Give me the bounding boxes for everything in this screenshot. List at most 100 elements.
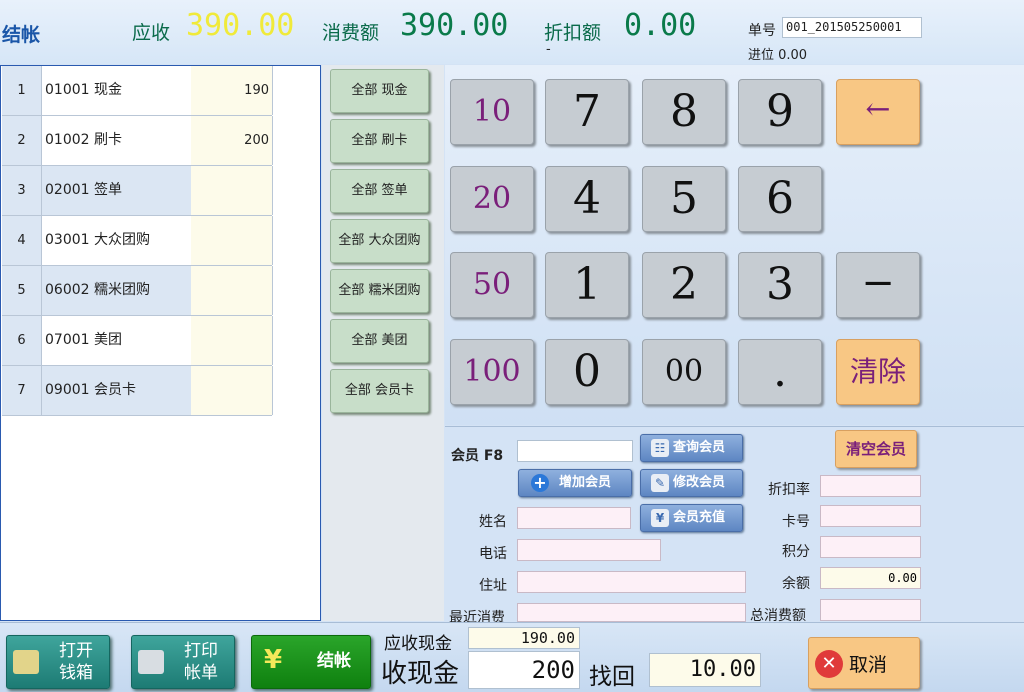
discount-rate-field[interactable] bbox=[820, 475, 921, 497]
balance-label: 余额 bbox=[782, 576, 810, 592]
key-1[interactable]: 1 bbox=[545, 252, 629, 318]
checkout-button[interactable]: ¥ 结帐 bbox=[251, 635, 371, 689]
total-consume-field[interactable] bbox=[820, 599, 921, 621]
pay-all-nuomi-button[interactable]: 全部 糯米团购 bbox=[330, 269, 429, 313]
key-5[interactable]: 5 bbox=[642, 166, 726, 232]
bill-no-field[interactable]: 001_201505250001 bbox=[782, 17, 922, 38]
edit-member-button[interactable]: ✎ 修改会员 bbox=[640, 469, 743, 497]
print-bill-button[interactable]: 打印 帐单 bbox=[131, 635, 235, 689]
key-9[interactable]: 9 bbox=[738, 79, 822, 145]
backspace-button[interactable]: ← bbox=[836, 79, 920, 145]
address-label: 住址 bbox=[479, 578, 507, 594]
payment-name: 09001 会员卡 bbox=[42, 366, 191, 415]
address-field[interactable] bbox=[517, 571, 746, 593]
edit-icon: ✎ bbox=[651, 474, 669, 492]
search-user-icon: ☷ bbox=[651, 439, 669, 457]
change-value: 10.00 bbox=[649, 653, 761, 687]
table-row[interactable]: 1 01001 现金 190 bbox=[2, 66, 273, 116]
window-title: 结帐 bbox=[2, 24, 41, 46]
dash-marker: - bbox=[546, 42, 551, 57]
cash-due-label: 应收现金 bbox=[384, 634, 452, 654]
checkout-label: 结帐 bbox=[317, 651, 351, 671]
key-dot[interactable]: . bbox=[738, 339, 822, 405]
cash-received-input[interactable]: 200 bbox=[468, 651, 580, 689]
table-row[interactable]: 5 06002 糯米团购 bbox=[2, 266, 273, 316]
add-member-button[interactable]: + 增加会员 bbox=[518, 469, 632, 497]
row-index: 4 bbox=[2, 216, 42, 265]
cancel-button[interactable]: ✕ 取消 bbox=[808, 637, 920, 689]
key-6[interactable]: 6 bbox=[738, 166, 822, 232]
table-row[interactable]: 6 07001 美团 bbox=[2, 316, 273, 366]
key-3[interactable]: 3 bbox=[738, 252, 822, 318]
row-index: 2 bbox=[2, 116, 42, 165]
query-member-button[interactable]: ☷ 查询会员 bbox=[640, 434, 743, 462]
payment-amount[interactable] bbox=[191, 366, 273, 415]
change-label: 找回 bbox=[589, 664, 635, 690]
points-field[interactable] bbox=[820, 536, 921, 558]
printer-icon bbox=[138, 650, 164, 674]
numeric-keypad: 10 20 50 100 7 8 9 4 5 6 1 2 3 0 00 . ← … bbox=[445, 65, 1024, 425]
cash-received-label: 收现金 bbox=[381, 659, 460, 689]
plus-icon: + bbox=[531, 474, 549, 492]
payment-amount[interactable] bbox=[191, 166, 273, 215]
pay-all-meituan-button[interactable]: 全部 美团 bbox=[330, 319, 429, 363]
recharge-icon: ¥ bbox=[651, 509, 669, 527]
print-label-2: 帐单 bbox=[184, 663, 218, 683]
payment-amount[interactable] bbox=[191, 316, 273, 365]
key-8[interactable]: 8 bbox=[642, 79, 726, 145]
table-row[interactable]: 3 02001 签单 bbox=[2, 166, 273, 216]
cash-due-value: 190.00 bbox=[468, 627, 580, 649]
payment-name: 01001 现金 bbox=[45, 82, 122, 98]
key-7[interactable]: 7 bbox=[545, 79, 629, 145]
payment-name: 03001 大众团购 bbox=[45, 232, 150, 248]
key-4[interactable]: 4 bbox=[545, 166, 629, 232]
phone-field[interactable] bbox=[517, 539, 661, 561]
table-row[interactable]: 2 01002 刷卡 200 bbox=[2, 116, 273, 166]
table-row[interactable]: 4 03001 大众团购 bbox=[2, 216, 273, 266]
bill-no-label: 单号 bbox=[748, 23, 776, 39]
clear-member-button[interactable]: 清空会员 bbox=[835, 430, 917, 468]
payment-amount[interactable] bbox=[191, 216, 273, 265]
carry-label: 进位 0.00 bbox=[748, 48, 808, 63]
pay-all-dianping-button[interactable]: 全部 大众团购 bbox=[330, 219, 429, 263]
open-drawer-button[interactable]: 打开 钱箱 bbox=[6, 635, 110, 689]
payment-amount[interactable]: 190 bbox=[191, 66, 273, 115]
member-panel: 会员 F8 ☷ 查询会员 清空会员 + 增加会员 ✎ 修改会员 ¥ 会员充值 姓… bbox=[445, 426, 1024, 626]
pay-all-member-card-button[interactable]: 全部 会员卡 bbox=[330, 369, 429, 413]
quick-100-button[interactable]: 100 bbox=[450, 339, 534, 405]
quick-50-button[interactable]: 50 bbox=[450, 252, 534, 318]
quick-20-button[interactable]: 20 bbox=[450, 166, 534, 232]
payment-method-list[interactable]: 1 01001 现金 190 2 01002 刷卡 200 3 02001 签单… bbox=[0, 65, 321, 621]
cash-drawer-icon bbox=[13, 650, 39, 674]
table-row[interactable]: 7 09001 会员卡 bbox=[2, 366, 273, 416]
name-field[interactable] bbox=[517, 507, 631, 529]
pay-all-panel: 全部 现金 全部 刷卡 全部 签单 全部 大众团购 全部 糯米团购 全部 美团 … bbox=[322, 65, 444, 621]
key-00[interactable]: 00 bbox=[642, 339, 726, 405]
payment-name: 01002 刷卡 bbox=[45, 132, 122, 148]
points-label: 积分 bbox=[782, 544, 810, 560]
print-label-1: 打印 bbox=[184, 641, 218, 661]
discount-label: 折扣额 bbox=[544, 22, 602, 44]
balance-field: 0.00 bbox=[820, 567, 921, 589]
quick-10-button[interactable]: 10 bbox=[450, 79, 534, 145]
yen-icon: ¥ bbox=[263, 645, 283, 675]
clear-button[interactable]: 清除 bbox=[836, 339, 920, 405]
pay-all-sign-button[interactable]: 全部 签单 bbox=[330, 169, 429, 213]
key-2[interactable]: 2 bbox=[642, 252, 726, 318]
query-member-label: 查询会员 bbox=[673, 440, 726, 455]
member-input[interactable] bbox=[517, 440, 633, 462]
row-index: 6 bbox=[2, 316, 42, 365]
open-drawer-label-2: 钱箱 bbox=[59, 663, 93, 683]
payment-amount[interactable] bbox=[191, 266, 273, 315]
pay-all-cash-button[interactable]: 全部 现金 bbox=[330, 69, 429, 113]
card-no-field[interactable] bbox=[820, 505, 921, 527]
member-label: 会员 F8 bbox=[451, 448, 504, 464]
close-icon: ✕ bbox=[815, 650, 843, 678]
recharge-member-button[interactable]: ¥ 会员充值 bbox=[640, 504, 743, 532]
payment-amount[interactable]: 200 bbox=[191, 116, 273, 165]
footer: 打开 钱箱 打印 帐单 ¥ 结帐 应收现金 190.00 收现金 200 找回 … bbox=[0, 622, 1024, 692]
minus-button[interactable]: − bbox=[836, 252, 920, 318]
last-consume-field[interactable] bbox=[517, 603, 746, 622]
pay-all-card-button[interactable]: 全部 刷卡 bbox=[330, 119, 429, 163]
key-0[interactable]: 0 bbox=[545, 339, 629, 405]
